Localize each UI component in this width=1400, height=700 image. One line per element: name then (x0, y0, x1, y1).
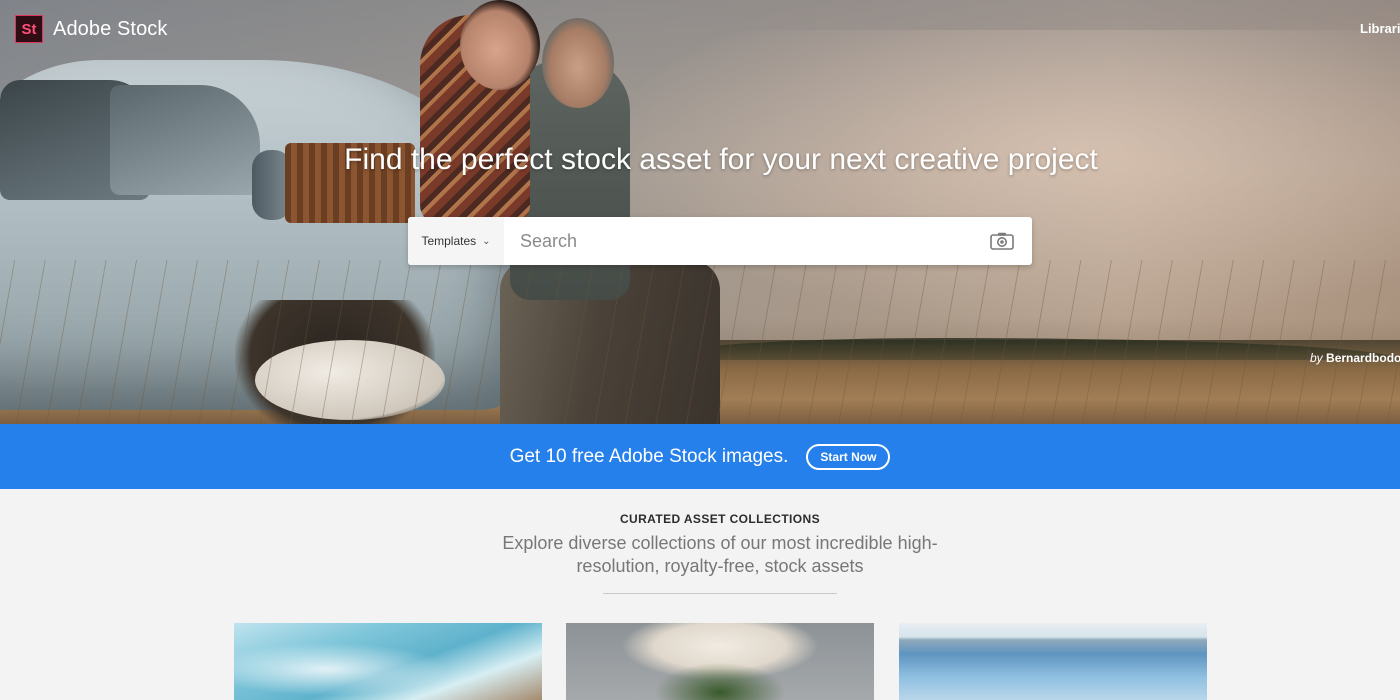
chevron-down-icon: ⌄ (482, 235, 491, 247)
search-input[interactable] (504, 218, 990, 264)
promo-banner: Get 10 free Adobe Stock images. Start No… (0, 424, 1400, 489)
hero-woman-head (460, 0, 540, 90)
hero-car-windshield (110, 85, 260, 195)
credit-name[interactable]: Bernardbodo (1326, 351, 1400, 365)
section-divider (603, 593, 837, 594)
search-type-label: Templates (421, 234, 477, 248)
collection-card-wreath[interactable] (566, 623, 874, 700)
camera-icon[interactable] (990, 232, 1014, 250)
collection-card-frozen-lake[interactable] (899, 623, 1207, 700)
collections-subtitle: Explore diverse collections of our most … (502, 533, 938, 576)
hero-man-head (542, 18, 614, 108)
hero-title: Find the perfect stock asset for your ne… (344, 143, 1098, 176)
adobe-stock-logo[interactable]: St Adobe Stock (15, 15, 168, 43)
logo-text: Adobe Stock (53, 17, 168, 40)
collection-card-glacier[interactable] (234, 623, 542, 700)
photo-credit: by Bernardbodo (1310, 351, 1400, 365)
search-type-dropdown[interactable]: Templates ⌄ (408, 217, 504, 265)
search-bar: Templates ⌄ (408, 217, 1032, 265)
hero-banner (0, 0, 1400, 424)
logo-mark: St (15, 15, 43, 43)
promo-text: Get 10 free Adobe Stock images. (509, 445, 789, 467)
credit-by: by (1310, 351, 1323, 365)
start-now-button[interactable]: Start Now (806, 443, 891, 470)
hero-grass (0, 260, 1400, 424)
collections-label: CURATED ASSET COLLECTIONS (619, 512, 820, 526)
libraries-link[interactable]: Libraries (1360, 21, 1400, 36)
